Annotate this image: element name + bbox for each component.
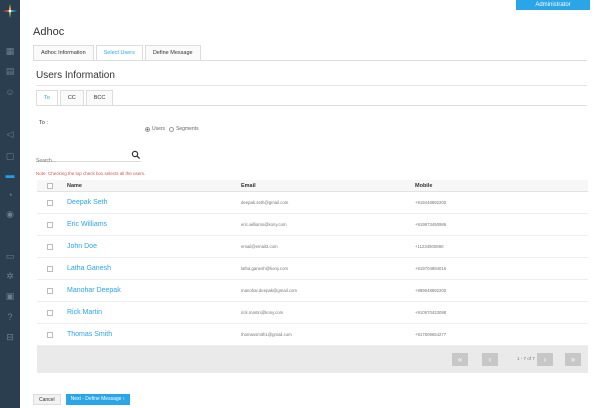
user-mobile: +11234500890 (415, 244, 444, 249)
pagination-bar: « ‹ 1 - 7 of 7 › » (37, 346, 588, 373)
footer-actions: Cancel Next - Define Message › (33, 394, 130, 405)
top-tabs: Adhoc Information Select Users Define Me… (33, 45, 203, 61)
logo-icon (3, 4, 17, 18)
grid-icon[interactable]: ▤ (4, 65, 16, 77)
user-email: latha.ganesh@kony.com (241, 266, 289, 271)
section-title: Users Information (36, 70, 115, 81)
segments-radio[interactable] (169, 126, 175, 132)
column-header-name: Name (67, 183, 82, 189)
table-row: Rick Martin rick.martin@kony.com +910970… (37, 302, 588, 324)
tab-select-users[interactable]: Select Users (95, 45, 143, 61)
recipient-type-radio-group: Users Segments (145, 126, 203, 132)
row-checkbox[interactable] (47, 199, 53, 206)
segments-radio-label: Segments (176, 126, 199, 132)
row-checkbox[interactable] (47, 331, 53, 338)
user-name-link[interactable]: John Doe (63, 243, 237, 250)
tab-bcc[interactable]: BCC (85, 90, 114, 106)
tab-to[interactable]: To (36, 90, 58, 106)
chat-icon[interactable]: ▢ (4, 150, 16, 162)
column-header-email: Email (241, 183, 256, 189)
user-email: manohar.deepak@gmail.com (241, 288, 297, 293)
gear-icon[interactable]: ✲ (4, 270, 16, 282)
table-row: Deepak Seth deepak.seth@gmail.com +91944… (37, 192, 588, 214)
select-all-note: Note: Checking the top check box selects… (36, 171, 146, 176)
cancel-button[interactable]: Cancel (33, 394, 61, 405)
users-radio[interactable] (145, 126, 150, 132)
megaphone-icon[interactable]: ◁ (4, 128, 16, 140)
help-icon[interactable]: ? (4, 311, 16, 323)
to-label: To : (39, 120, 48, 126)
page-title: Adhoc (33, 26, 65, 38)
user-mobile: +917809654277 (415, 332, 447, 337)
row-checkbox[interactable] (47, 265, 53, 272)
user-name-link[interactable]: Thomas Smith (63, 331, 237, 338)
user-email: deepak.seth@gmail.com (241, 200, 289, 205)
select-all-checkbox[interactable] (47, 182, 53, 189)
next-define-message-button[interactable]: Next - Define Message › (65, 394, 130, 405)
admin-menu[interactable]: Administrator (516, 0, 590, 10)
table-row: John Doe email@email3.com +11234500890 (37, 236, 588, 258)
user-mobile: +919704894016 (415, 266, 447, 271)
tab-cc[interactable]: CC (59, 90, 84, 106)
table-row: Manohar Deepak manohar.deepak@gmail.com … (37, 280, 588, 302)
user-email: email@email3.com (241, 244, 278, 249)
divider (36, 105, 587, 106)
user-name-link[interactable]: Rick Martin (63, 309, 237, 316)
first-page-icon[interactable]: « (452, 353, 468, 366)
table-row: Thomas Smith thomassmith1@gmail.com +917… (37, 324, 588, 346)
page-info: 1 - 7 of 7 (517, 356, 535, 361)
user-email: thomassmith1@gmail.com (241, 332, 292, 337)
users-icon[interactable]: ☺ (4, 86, 16, 98)
next-page-icon[interactable]: › (537, 353, 553, 366)
user-mobile: +919448892200 (415, 200, 447, 205)
table-row: Latha Ganesh latha.ganesh@kony.com +9197… (37, 258, 588, 280)
top-bar: Administrator (20, 0, 594, 10)
prev-page-icon[interactable]: ‹ (482, 353, 498, 366)
apps-icon[interactable]: ▦ (4, 45, 16, 57)
divider (33, 60, 587, 61)
column-header-mobile: Mobile (415, 183, 433, 189)
clock-icon[interactable]: ◔ (4, 189, 16, 201)
document-icon[interactable]: ▭ (4, 250, 16, 262)
user-name-link[interactable]: Manohar Deepak (63, 287, 237, 294)
last-page-icon[interactable]: » (565, 353, 581, 366)
report-icon[interactable]: ▣ (4, 290, 16, 302)
search-input[interactable] (36, 155, 126, 167)
user-mobile: +910970423098 (415, 310, 447, 315)
user-mobile: +989648892200 (415, 288, 447, 293)
search-box (36, 149, 141, 167)
table-row: Eric Williams eric.williams@kony.com +91… (37, 214, 588, 236)
user-email: rick.martin@kony.com (241, 310, 284, 315)
row-checkbox[interactable] (47, 243, 53, 250)
user-mobile: +919873450986 (415, 222, 447, 227)
tab-define-message[interactable]: Define Message (144, 45, 201, 61)
search-icon[interactable] (131, 150, 141, 160)
row-checkbox[interactable] (47, 287, 53, 294)
user-email: eric.williams@kony.com (241, 222, 287, 227)
divider (36, 85, 587, 86)
users-radio-label: Users (152, 126, 166, 132)
user-name-link[interactable]: Eric Williams (63, 221, 237, 228)
location-icon[interactable]: ◉ (4, 208, 16, 220)
user-name-link[interactable]: Deepak Seth (63, 199, 237, 206)
user-name-link[interactable]: Latha Ganesh (63, 265, 237, 272)
tab-adhoc-information[interactable]: Adhoc Information (33, 45, 94, 61)
sidebar: ▦ ▤ ☺ ◁ ▢ ▬ ◔ ◉ ▭ ✲ ▣ ? ⊟ (0, 0, 20, 408)
main-content: Adhoc Adhoc Information Select Users Def… (20, 10, 594, 408)
message-icon[interactable]: ▬ (4, 169, 16, 181)
messages-icon[interactable]: ⊟ (4, 331, 16, 343)
table-header: Name Email Mobile (37, 180, 588, 192)
row-checkbox[interactable] (47, 309, 53, 316)
row-checkbox[interactable] (47, 221, 53, 228)
recipient-tabs: To CC BCC (36, 90, 115, 106)
users-table: Name Email Mobile Deepak Seth deepak.set… (37, 180, 588, 376)
